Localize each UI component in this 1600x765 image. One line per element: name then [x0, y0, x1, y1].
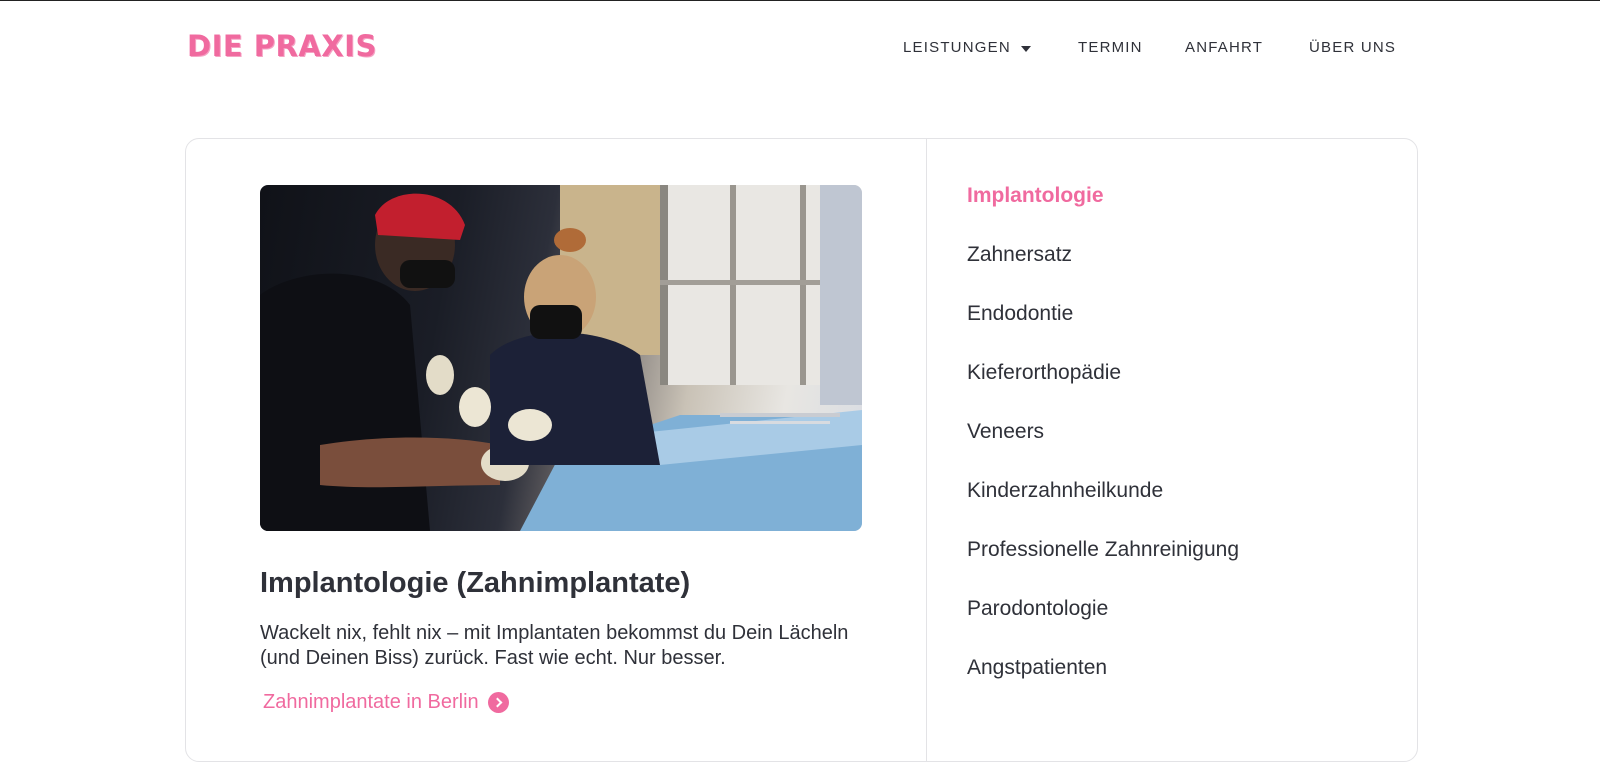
feature-link-label: Zahnimplantate in Berlin — [263, 691, 479, 713]
feature-description: Wackelt nix, fehlt nix – mit Implantaten… — [260, 622, 849, 669]
nav-leistungen[interactable]: LEISTUNGEN — [903, 37, 1011, 59]
service-item-professionelle-zahnreinigung[interactable]: Professionelle Zahnreinigung — [967, 536, 1387, 595]
nav-ueber-uns[interactable]: ÜBER UNS — [1309, 37, 1396, 59]
nav-anfahrt[interactable]: ANFAHRT — [1185, 37, 1263, 59]
service-list: Implantologie Zahnersatz Endodontie Kief… — [967, 182, 1387, 713]
service-item-zahnersatz[interactable]: Zahnersatz — [967, 241, 1387, 300]
feature-image — [260, 185, 862, 531]
service-item-kinderzahnheilkunde[interactable]: Kinderzahnheilkunde — [967, 477, 1387, 536]
services-card: Implantologie (Zahnimplantate) Wackelt n… — [185, 138, 1418, 762]
chevron-down-icon[interactable] — [1021, 46, 1031, 52]
service-item-endodontie[interactable]: Endodontie — [967, 300, 1387, 359]
service-item-veneers[interactable]: Veneers — [967, 418, 1387, 477]
feature-link[interactable]: Zahnimplantate in Berlin — [263, 688, 509, 716]
card-divider — [926, 139, 927, 761]
arrow-right-circle-icon[interactable] — [487, 691, 509, 713]
service-item-angstpatienten[interactable]: Angstpatienten — [967, 654, 1387, 713]
main-nav: LEISTUNGEN TERMIN ANFAHRT ÜBER UNS — [0, 37, 1600, 61]
nav-termin[interactable]: TERMIN — [1078, 37, 1143, 59]
service-item-parodontologie[interactable]: Parodontologie — [967, 595, 1387, 654]
service-item-implantologie[interactable]: Implantologie — [967, 182, 1387, 241]
service-item-kieferorthopaedie[interactable]: Kieferorthopädie — [967, 359, 1387, 418]
feature-title: Implantologie (Zahnimplantate) — [260, 567, 691, 599]
site-header: DIE PRAXIS LEISTUNGEN TERMIN ANFAHRT ÜBE… — [0, 1, 1600, 93]
